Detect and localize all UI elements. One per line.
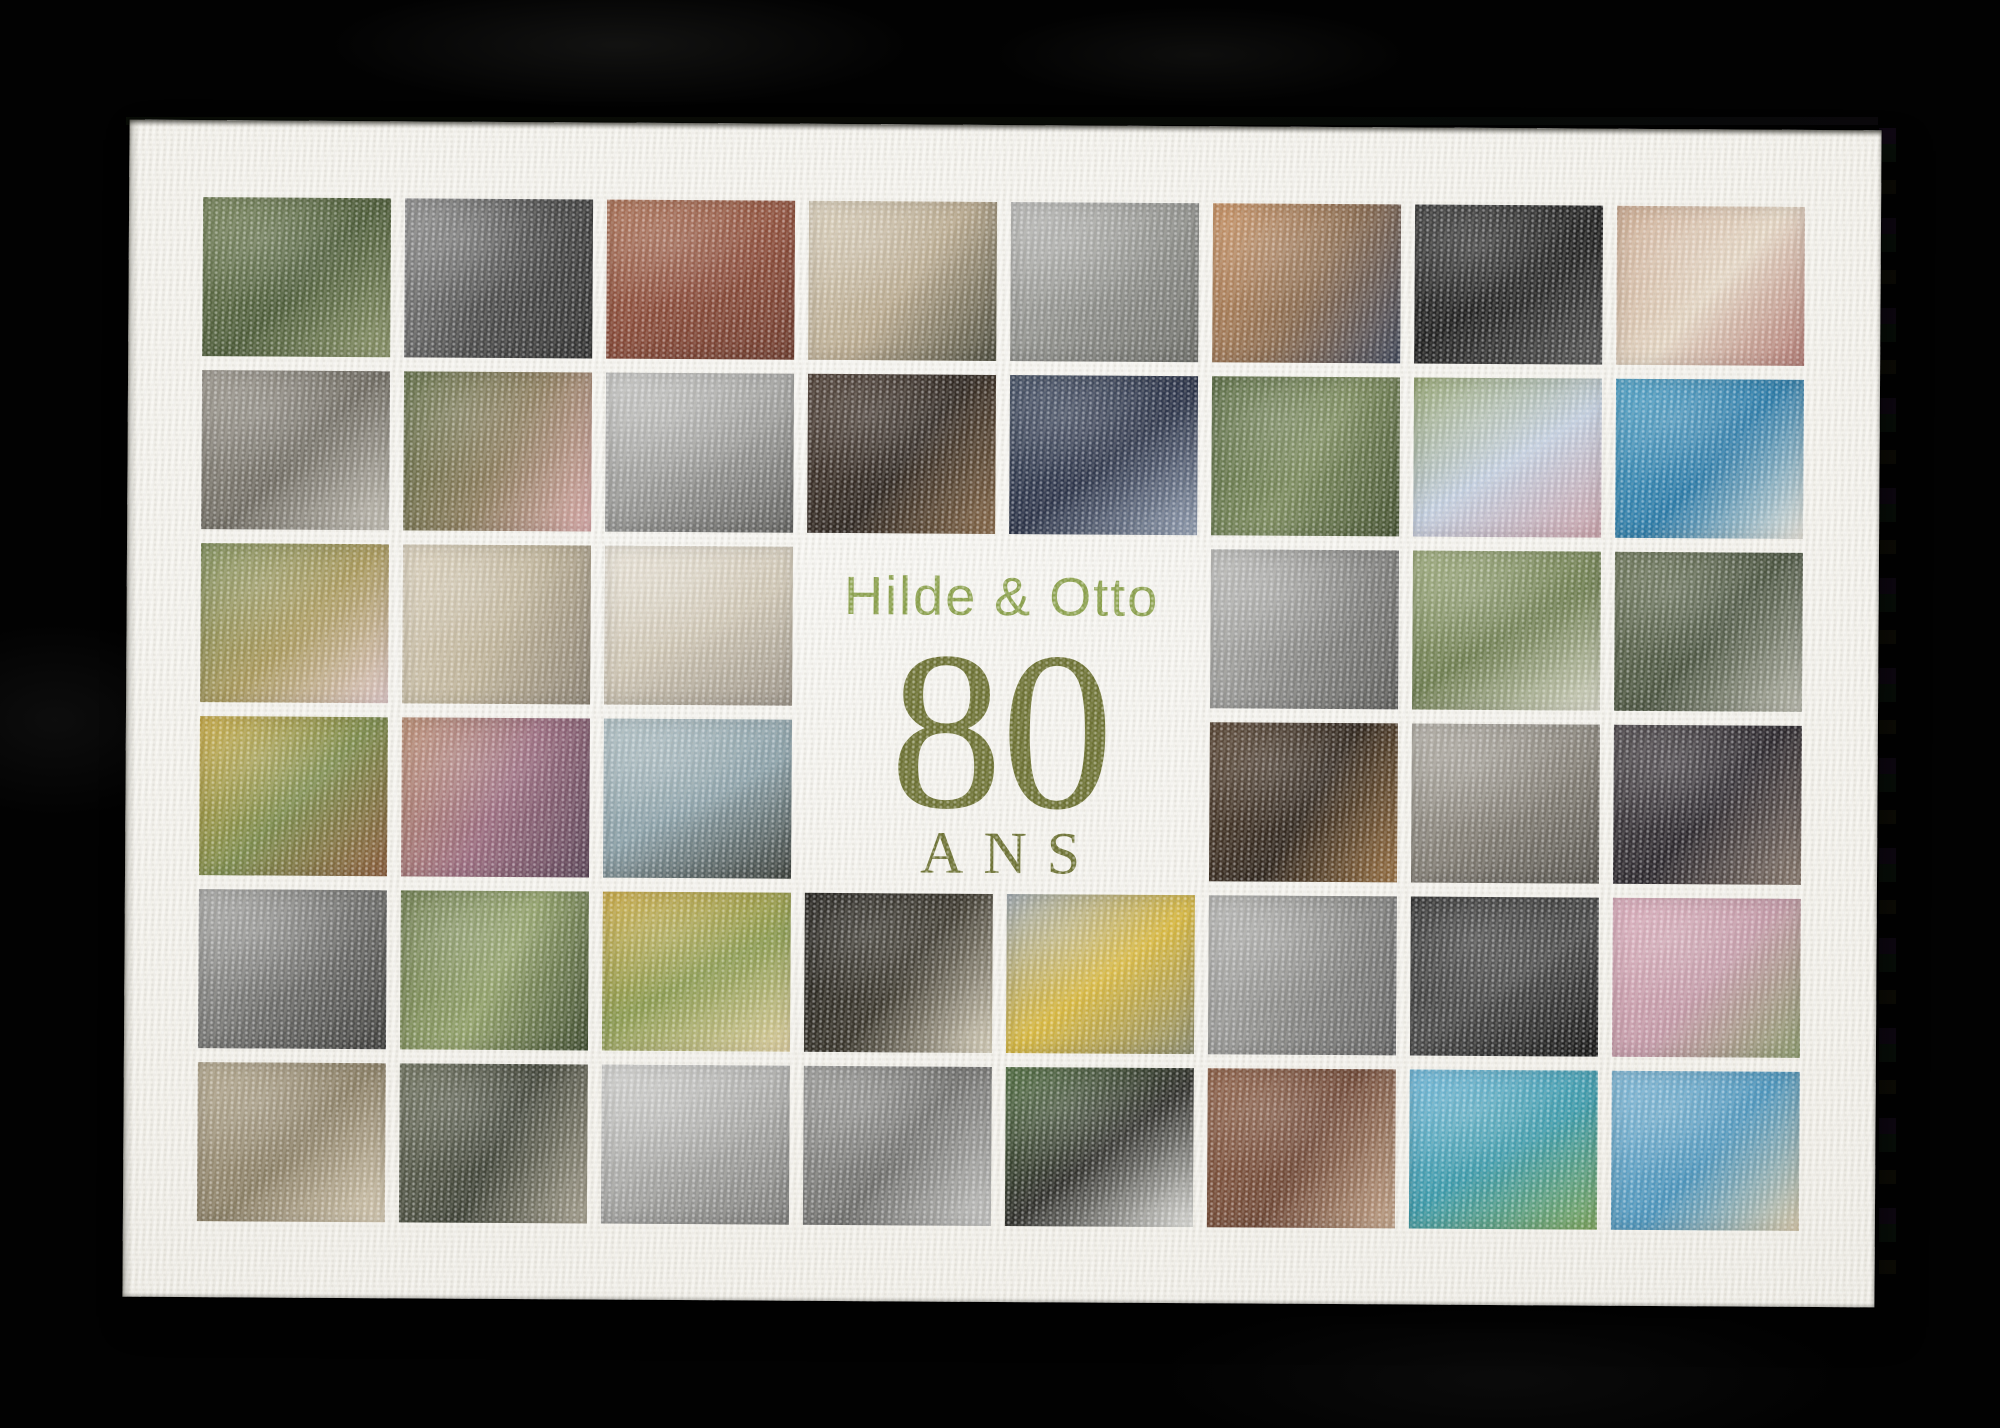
photo-tile (1211, 376, 1400, 536)
photo-tile (807, 374, 996, 534)
photo-tile (601, 1065, 790, 1225)
photo-tile (1611, 1071, 1800, 1231)
photo-tile (402, 544, 591, 704)
photo-tile (603, 719, 792, 879)
photo-tile (1207, 1068, 1396, 1228)
photo-tile (401, 717, 590, 877)
photo-tile (403, 371, 592, 531)
photo-tile (1410, 897, 1599, 1057)
photo-tile (804, 893, 993, 1053)
collage-canvas: Hilde & Otto 80 ANS (122, 120, 1881, 1308)
photo-tile (201, 370, 390, 530)
photo-tile (200, 543, 389, 703)
product-backdrop: Hilde & Otto 80 ANS (0, 0, 2000, 1428)
photo-tile (1614, 552, 1803, 712)
photo-tile (404, 198, 593, 358)
photo-tile (803, 1066, 992, 1226)
photo-tile (198, 889, 387, 1049)
photo-tile (1616, 206, 1805, 366)
photo-tile (606, 200, 795, 360)
photo-tile (1414, 205, 1603, 365)
photo-tile (1009, 375, 1198, 535)
right-edge-artifact (1879, 128, 1896, 1298)
photo-tile (1212, 203, 1401, 363)
photo-tile (199, 716, 388, 876)
photo-tile (1615, 379, 1804, 539)
anniversary-number-text: 80 (889, 643, 1112, 821)
photo-tile (1613, 725, 1802, 885)
photo-tile (1411, 724, 1600, 884)
photo-tile (808, 201, 997, 361)
photo-tile (1010, 202, 1199, 362)
photo-tile (1413, 378, 1602, 538)
photo-tile (1209, 722, 1398, 882)
title-cell: Hilde & Otto 80 ANS (805, 547, 1197, 881)
photo-tile (1006, 894, 1195, 1054)
photo-tile (197, 1062, 386, 1222)
photo-tile (604, 546, 793, 706)
photo-tile (1412, 551, 1601, 711)
photo-tile (602, 892, 791, 1052)
collage-grid: Hilde & Otto 80 ANS (197, 197, 1805, 1231)
photo-tile (400, 890, 589, 1050)
photo-tile (202, 197, 391, 357)
photo-tile (1612, 898, 1801, 1058)
photo-tile (1409, 1069, 1598, 1229)
photo-tile (1208, 895, 1397, 1055)
photo-tile (1005, 1067, 1194, 1227)
photo-tile (605, 373, 794, 533)
anniversary-caption-text: ANS (900, 827, 1100, 879)
photo-tile (399, 1063, 588, 1223)
photo-tile (1210, 549, 1399, 709)
